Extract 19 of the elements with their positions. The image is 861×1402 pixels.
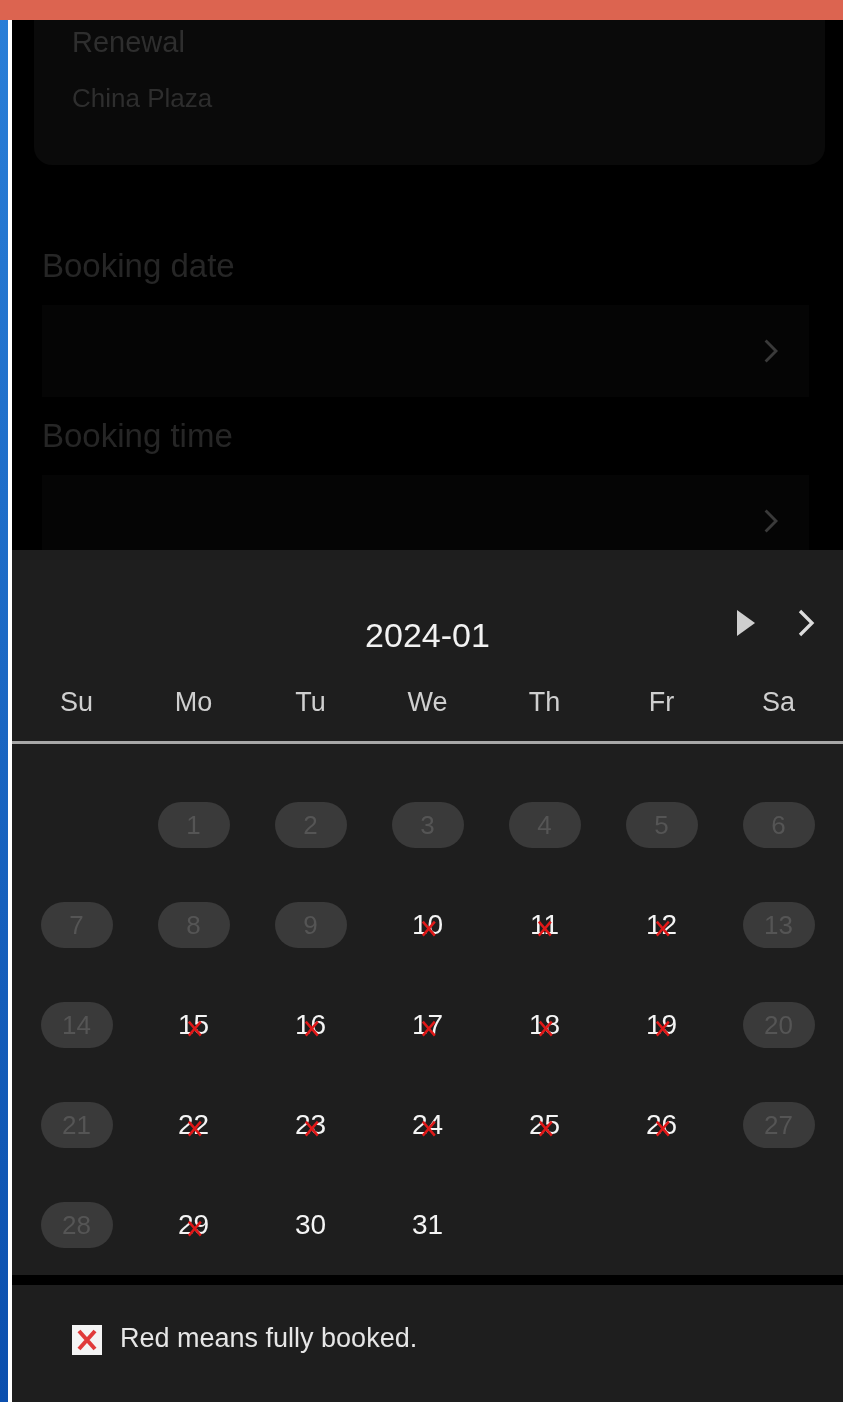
picker-field[interactable]	[42, 475, 809, 550]
weekday-label: Tu	[295, 686, 326, 718]
weekday-label: Mo	[174, 686, 213, 718]
chevron-right-icon	[763, 338, 779, 364]
play-icon[interactable]	[735, 608, 757, 638]
weekday-label: Su	[60, 686, 93, 718]
weekday-label: Th	[528, 686, 561, 718]
legend-text: Red means fully booked.	[120, 1323, 418, 1354]
chevron-right-icon	[763, 508, 779, 534]
calendar-day: 17	[411, 1009, 444, 1041]
picker-field[interactable]	[42, 305, 809, 397]
calendar-day[interactable]: 31	[411, 1209, 444, 1241]
next-month-icon	[797, 608, 815, 638]
booked-legend-icon	[72, 1325, 102, 1355]
weekday-label: Fr	[648, 686, 675, 718]
month-title: 2024-01	[365, 616, 490, 656]
calendar-day[interactable]: 30	[294, 1209, 327, 1241]
weekday-label: Sa	[762, 686, 795, 718]
weekday-label: We	[407, 686, 448, 718]
